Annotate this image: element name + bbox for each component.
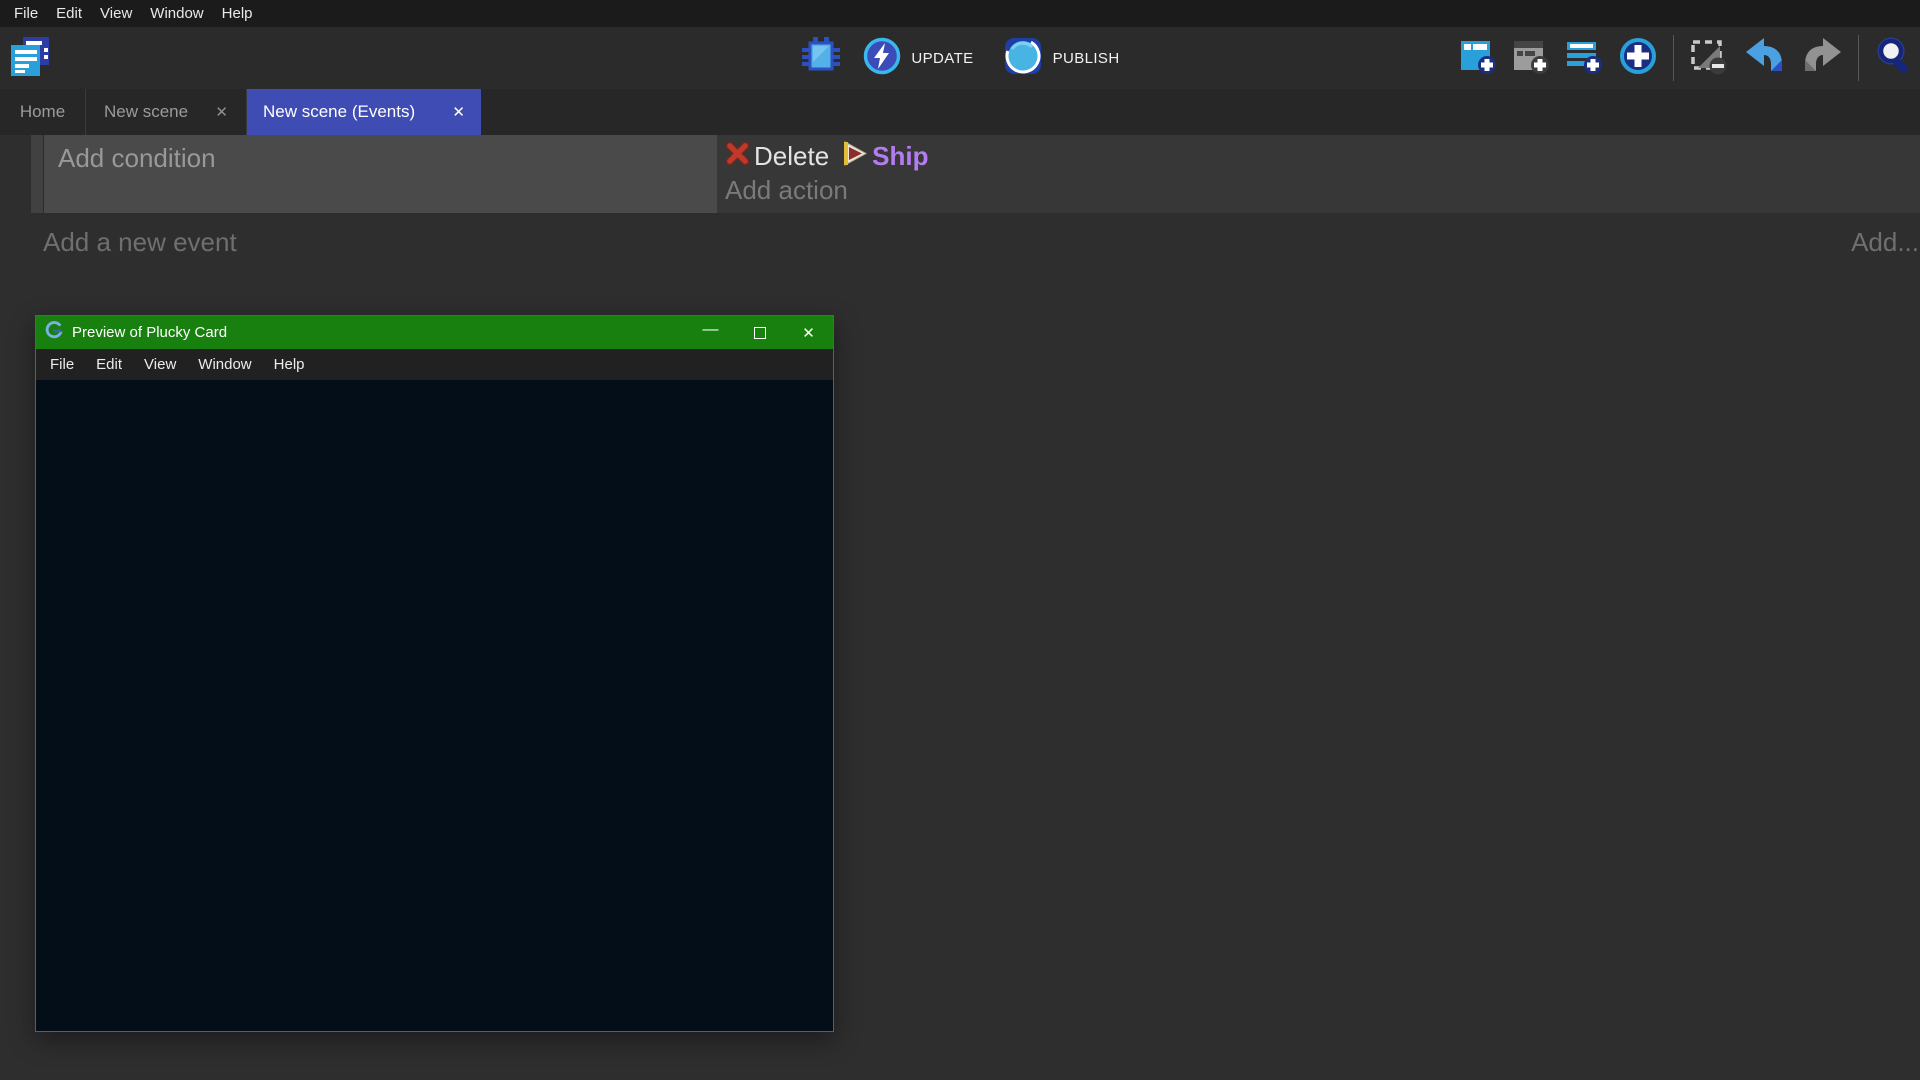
- add-event-button[interactable]: [1459, 37, 1497, 80]
- preview-menu-view[interactable]: View: [133, 349, 187, 380]
- action-item-delete-ship[interactable]: Delete Ship: [725, 140, 1920, 172]
- tab-home[interactable]: Home: [0, 89, 86, 135]
- add-comment-icon: [1565, 37, 1603, 80]
- preview-menubar: File Edit View Window Help: [36, 349, 833, 380]
- redo-button[interactable]: [1801, 36, 1843, 81]
- tab-close-icon[interactable]: ✕: [448, 101, 469, 123]
- delete-selection-icon: [1689, 36, 1729, 81]
- toolbar-separator: [1858, 35, 1859, 81]
- publish-label: PUBLISH: [1053, 50, 1120, 67]
- ship-object-icon: [841, 140, 868, 172]
- maximize-icon: [754, 327, 766, 339]
- toolbar-separator: [1673, 35, 1674, 81]
- update-button[interactable]: UPDATE: [862, 36, 973, 81]
- menu-window[interactable]: Window: [141, 0, 212, 27]
- redo-arrow-icon: [1801, 36, 1843, 81]
- gdevelop-logo-icon: [45, 321, 64, 345]
- tab-new-scene-events[interactable]: New scene (Events) ✕: [247, 89, 481, 135]
- main-menubar: File Edit View Window Help: [0, 0, 1920, 27]
- add-circle-icon: [1618, 36, 1658, 81]
- tab-new-scene[interactable]: New scene ✕: [86, 89, 247, 135]
- event-row[interactable]: Add condition Delete S: [31, 135, 1920, 213]
- close-button[interactable]: ✕: [784, 316, 833, 349]
- action-label: Delete: [754, 141, 829, 172]
- actions-column: Delete Ship Add action: [717, 135, 1920, 213]
- undo-arrow-icon: [1744, 36, 1786, 81]
- preview-menu-window[interactable]: Window: [187, 349, 262, 380]
- menu-file[interactable]: File: [5, 0, 47, 27]
- menu-edit[interactable]: Edit: [47, 0, 91, 27]
- add-more-placeholder[interactable]: Add...: [1851, 227, 1919, 258]
- debugger-button[interactable]: [800, 35, 842, 82]
- debugger-bug-icon: [800, 35, 842, 82]
- menu-help[interactable]: Help: [213, 0, 262, 27]
- event-drag-handle[interactable]: [31, 135, 44, 213]
- undo-button[interactable]: [1744, 36, 1786, 81]
- add-action-placeholder[interactable]: Add action: [725, 175, 1920, 206]
- project-manager-icon: [8, 36, 52, 83]
- add-sub-event-button[interactable]: [1512, 37, 1550, 80]
- publish-button[interactable]: PUBLISH: [1002, 35, 1120, 82]
- editor-tabbar: Home New scene ✕ New scene (Events) ✕: [0, 89, 1920, 135]
- delete-selection-button[interactable]: [1689, 36, 1729, 81]
- menu-view[interactable]: View: [91, 0, 141, 27]
- tab-close-icon[interactable]: ✕: [211, 101, 232, 123]
- delete-cross-icon: [725, 141, 750, 171]
- preview-titlebar[interactable]: Preview of Plucky Card — ✕: [36, 316, 833, 349]
- preview-menu-file[interactable]: File: [39, 349, 85, 380]
- maximize-button[interactable]: [735, 316, 784, 349]
- publish-planet-icon: [1002, 35, 1044, 82]
- tab-label: Home: [20, 102, 65, 122]
- add-sub-event-icon: [1512, 37, 1550, 80]
- minimize-button[interactable]: —: [686, 316, 735, 349]
- add-new-event-placeholder[interactable]: Add a new event: [43, 227, 237, 258]
- update-lightning-icon: [862, 36, 902, 81]
- action-object-name: Ship: [872, 141, 928, 172]
- main-toolbar: UPDATE PUBLISH: [0, 27, 1920, 89]
- app-window: File Edit View Window Help: [0, 0, 1920, 1080]
- preview-menu-help[interactable]: Help: [263, 349, 316, 380]
- project-manager-button[interactable]: [8, 36, 52, 83]
- preview-window: Preview of Plucky Card — ✕ File Edit Vie…: [35, 315, 834, 1032]
- add-comment-button[interactable]: [1565, 37, 1603, 80]
- add-condition-area[interactable]: Add condition: [44, 135, 717, 213]
- add-event-icon: [1459, 37, 1497, 80]
- add-condition-placeholder: Add condition: [58, 143, 216, 173]
- tab-label: New scene (Events): [263, 102, 415, 122]
- preview-window-title: Preview of Plucky Card: [72, 324, 686, 341]
- tab-label: New scene: [104, 102, 188, 122]
- search-icon: [1874, 36, 1914, 81]
- choose-add-event-button[interactable]: [1618, 36, 1658, 81]
- preview-menu-edit[interactable]: Edit: [85, 349, 133, 380]
- preview-game-canvas[interactable]: [36, 380, 833, 1031]
- update-label: UPDATE: [911, 50, 973, 67]
- search-events-button[interactable]: [1874, 36, 1914, 81]
